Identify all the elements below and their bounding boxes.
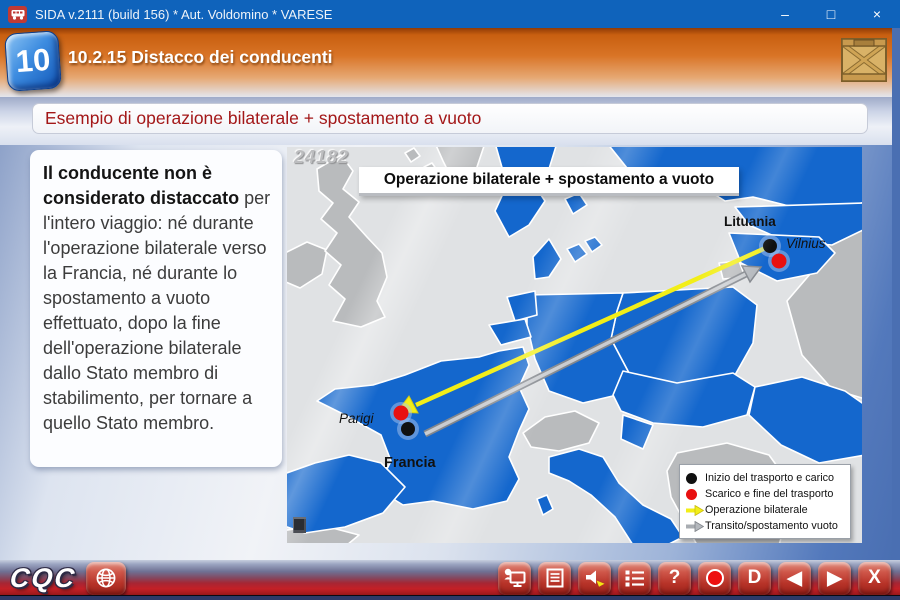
lesson-text-bold: Il conducente non è considerato distacca… (43, 163, 239, 208)
topic-list-button[interactable] (618, 562, 651, 595)
end-dot-icon (686, 489, 705, 500)
cqc-logo: CQC (8, 562, 77, 595)
legend-row: Scarico e fine del trasporto (686, 486, 845, 502)
record-button[interactable] (698, 562, 731, 595)
legend-label: Operazione bilaterale (705, 504, 808, 516)
record-icon (706, 569, 724, 587)
window-title: SIDA v.2111 (build 156) * Aut. Voldomino… (35, 7, 332, 22)
minimize-button[interactable]: – (762, 0, 808, 28)
toolbar-button-group: ? D ◀ ▶ X (498, 562, 891, 595)
title-bar: SIDA v.2111 (build 156) * Aut. Voldomino… (0, 0, 900, 28)
lesson-paragraph: Il conducente non è considerato distacca… (43, 161, 271, 436)
help-button[interactable]: ? (658, 562, 691, 595)
student-screen-button[interactable] (498, 562, 531, 595)
map-title: Operazione bilaterale + spostamento a vu… (359, 167, 739, 196)
lesson-text-body: per l'intero viaggio: né durante l'opera… (43, 188, 270, 433)
bottom-edge (0, 595, 900, 600)
audio-button[interactable] (578, 562, 611, 595)
map-watermark: 24182 (294, 147, 349, 168)
label-parigi: Parigi (339, 411, 374, 426)
label-lituania: Lituania (724, 214, 776, 229)
vilnius-start-dot (763, 239, 777, 253)
gray-arrow-icon (686, 521, 705, 532)
legend-label: Transito/spostamento vuoto (705, 520, 838, 532)
app-bus-icon (8, 6, 27, 23)
lesson-text-panel: Il conducente non è considerato distacca… (30, 150, 282, 467)
yellow-arrow-icon (686, 505, 705, 516)
text-page-button[interactable] (538, 562, 571, 595)
label-vilnius: Vilnius (786, 236, 826, 251)
chapter-badge: 10 (4, 30, 62, 92)
legend-label: Inizio del trasporto e carico (705, 472, 834, 484)
previous-button[interactable]: ◀ (778, 562, 811, 595)
list-icon (624, 569, 645, 587)
bottom-toolbar: CQC (0, 560, 900, 596)
subtitle-band: Esempio di operazione bilaterale + spost… (0, 97, 892, 145)
paris-start-dot (401, 422, 415, 436)
text-page-icon (545, 568, 565, 588)
app-window: SIDA v.2111 (build 156) * Aut. Voldomino… (0, 0, 900, 600)
label-francia: Francia (384, 455, 436, 471)
paris-end-dot (394, 406, 409, 421)
globe-icon (94, 567, 118, 589)
close-window-button[interactable]: × (854, 0, 900, 28)
slide-subtitle: Esempio di operazione bilaterale + spost… (32, 103, 868, 134)
legend-row: Inizio del trasporto e carico (686, 470, 845, 486)
content-area: Il conducente non è considerato distacca… (0, 145, 892, 560)
europe-map: 24182 Operazione bilaterale + spostament… (287, 147, 862, 543)
legend-row: Transito/spostamento vuoto (686, 518, 845, 534)
dictionary-button[interactable]: D (738, 562, 771, 595)
lesson-header: 10 10.2.15 Distacco dei conducenti (0, 28, 892, 97)
student-screen-icon (503, 568, 526, 588)
window-controls: – □ × (762, 0, 900, 28)
crate-icon (840, 35, 888, 85)
start-dot-icon (686, 473, 705, 484)
lesson-title: 10.2.15 Distacco dei conducenti (68, 47, 333, 68)
close-lesson-button[interactable]: X (858, 562, 891, 595)
speaker-icon (584, 568, 606, 588)
maximize-button[interactable]: □ (808, 0, 854, 28)
legend-row: Operazione bilaterale (686, 502, 845, 518)
map-legend: Inizio del trasporto e carico Scarico e … (679, 464, 851, 539)
language-globe-button[interactable] (86, 562, 126, 595)
vilnius-end-dot (772, 254, 787, 269)
legend-label: Scarico e fine del trasporto (705, 488, 833, 500)
map-signature-mark (293, 517, 306, 533)
next-button[interactable]: ▶ (818, 562, 851, 595)
